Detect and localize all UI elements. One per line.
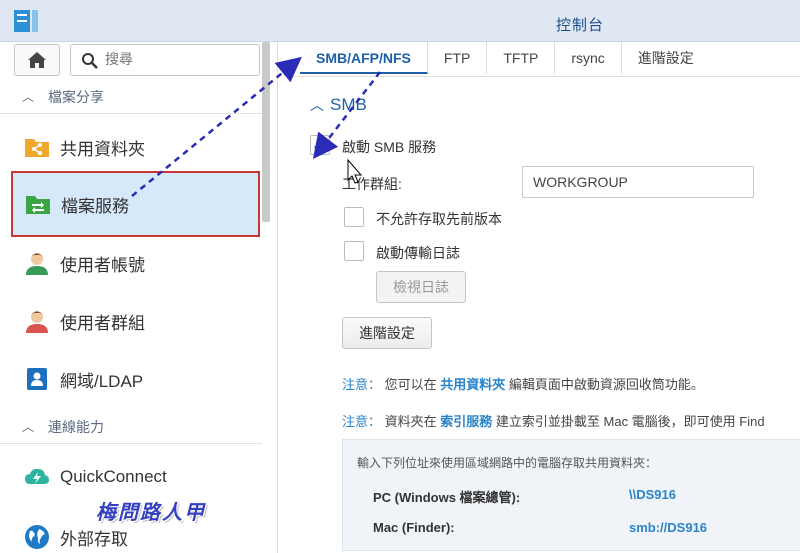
chevron-up-icon: ︿ — [310, 97, 324, 113]
disallow-previous-versions-checkbox[interactable] — [344, 207, 364, 227]
enable-smb-label: 啟動 SMB 服務 — [342, 139, 437, 155]
tab-rsync[interactable]: rsync — [555, 42, 622, 74]
shared-folder-icon — [25, 139, 49, 157]
disallow-previous-versions-label: 不允許存取先前版本 — [376, 211, 502, 227]
sidebar-item-user-group[interactable]: 使用者群組 — [12, 292, 260, 350]
domain-ldap-icon — [27, 368, 47, 390]
smb-section-title: SMB — [330, 95, 367, 114]
workgroup-input[interactable]: WORKGROUP — [522, 166, 754, 198]
access-address-heading: 輸入下列位址來使用區域網路中的電腦存取共用資料夾： — [357, 456, 658, 470]
indexing-service-link[interactable]: 索引服務 — [440, 414, 492, 429]
shared-folder-link[interactable]: 共用資料夾 — [440, 377, 505, 392]
enable-smb-checkbox[interactable] — [310, 135, 330, 155]
sidebar: ︿ 檔案分享 共用資料夾 檔案服務 使用者帳號 使用者群組 — [0, 42, 278, 553]
watermark: 梅問路人甲 — [96, 502, 206, 524]
sidebar-item-label: QuickConnect — [60, 467, 167, 486]
home-icon — [28, 52, 46, 68]
access-address-box: 輸入下列位址來使用區域網路中的電腦存取共用資料夾： PC (Windows 檔案… — [342, 439, 800, 551]
tab-tftp[interactable]: TFTP — [487, 42, 556, 74]
title-bar: 控制台 — [0, 0, 800, 42]
mac-address-value: smb://DS916 — [629, 520, 708, 535]
section-connectivity[interactable]: ︿ 連線能力 — [0, 410, 262, 444]
tab-bar: SMB/AFP/NFS FTP TFTP rsync 進階設定 — [300, 42, 710, 76]
sidebar-item-label: 使用者群組 — [60, 313, 145, 333]
sidebar-item-label: 檔案服務 — [61, 196, 129, 216]
external-access-icon — [25, 525, 49, 549]
sidebar-scrollbar[interactable] — [262, 42, 270, 222]
section-file-sharing[interactable]: ︿ 檔案分享 — [0, 80, 262, 114]
window-title: 控制台 — [555, 17, 604, 34]
sidebar-item-shared-folder[interactable]: 共用資料夾 — [12, 118, 260, 176]
tab-ftp[interactable]: FTP — [428, 42, 488, 74]
quickconnect-icon — [25, 468, 49, 484]
enable-transfer-log-label: 啟動傳輸日誌 — [376, 245, 460, 261]
tab-smb-afp-nfs[interactable]: SMB/AFP/NFS — [300, 42, 428, 74]
sidebar-item-label: 網域/LDAP — [60, 371, 144, 391]
file-services-icon — [26, 196, 50, 214]
workgroup-label: 工作群組: — [342, 176, 402, 192]
note-indexing: 注意： 資料夾在 索引服務 建立索引並掛載至 Mac 電腦後，即可使用 Find — [342, 414, 765, 429]
checkmark-icon — [313, 140, 329, 153]
user-icon — [26, 253, 48, 275]
sidebar-item-label: 外部存取 — [60, 529, 128, 549]
section-label: 連線能力 — [48, 418, 105, 435]
sidebar-item-file-services[interactable]: 檔案服務 — [11, 171, 260, 237]
search-box[interactable] — [70, 44, 260, 76]
sidebar-item-label: 使用者帳號 — [60, 255, 145, 275]
tab-advanced-settings[interactable]: 進階設定 — [622, 42, 710, 74]
pc-address-value: \\DS916 — [629, 487, 676, 502]
enable-transfer-log-checkbox[interactable] — [344, 241, 364, 261]
section-label: 檔案分享 — [48, 88, 105, 105]
note-recycle-bin: 注意： 您可以在 共用資料夾 編輯頁面中啟動資源回收筒功能。 — [342, 377, 704, 392]
pc-address-label: PC (Windows 檔案總管): — [373, 490, 521, 505]
view-log-button[interactable]: 檢視日誌 — [376, 271, 466, 303]
smb-section-header[interactable]: ︿ SMB — [310, 95, 367, 115]
home-button[interactable] — [14, 44, 60, 76]
smb-advanced-settings-button[interactable]: 進階設定 — [342, 317, 432, 349]
user-group-icon — [26, 311, 48, 333]
sidebar-item-user[interactable]: 使用者帳號 — [12, 234, 260, 292]
sidebar-item-domain-ldap[interactable]: 網域/LDAP — [12, 350, 260, 408]
main-content: ︿ SMB 啟動 SMB 服務 工作群組: WORKGROUP 不允許存取先前版… — [290, 77, 800, 553]
chevron-up-icon: ︿ — [22, 90, 35, 104]
chevron-up-icon: ︿ — [22, 420, 35, 434]
sidebar-item-label: 共用資料夾 — [60, 139, 145, 159]
search-input[interactable] — [105, 51, 255, 67]
search-icon — [82, 53, 98, 69]
mac-address-label: Mac (Finder): — [373, 520, 455, 535]
